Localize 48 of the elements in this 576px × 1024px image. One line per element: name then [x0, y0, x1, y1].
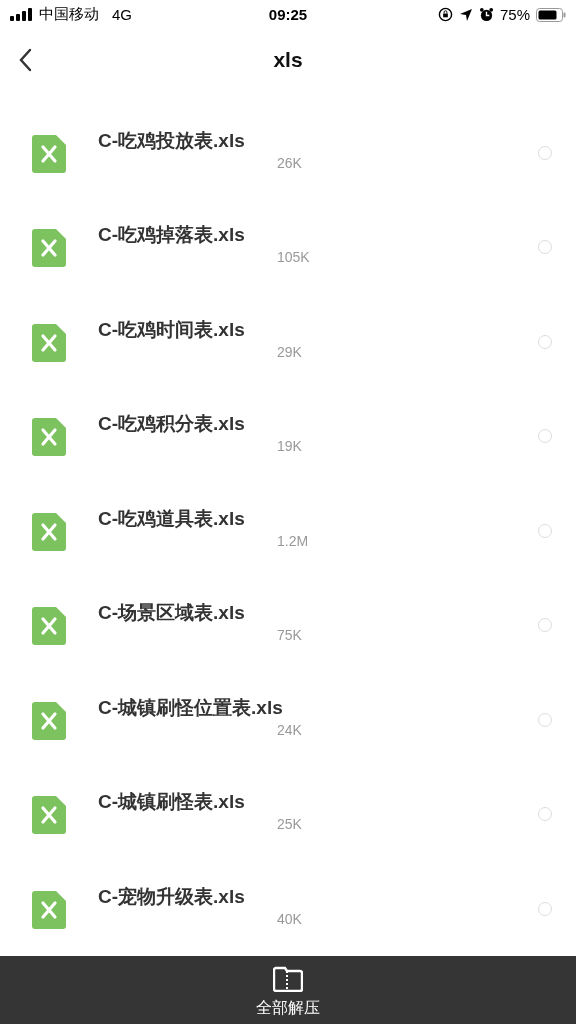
file-row[interactable]: C-场景区域表.xls 75K — [0, 578, 576, 673]
file-row[interactable]: C-吃鸡道具表.xls 1.2M — [0, 483, 576, 579]
page-title: xls — [273, 47, 303, 72]
spreadsheet-file-icon — [32, 796, 66, 835]
file-row[interactable]: C-吃鸡积分表.xls 19K — [0, 389, 576, 484]
spreadsheet-file-icon — [32, 512, 66, 551]
battery-icon — [536, 7, 566, 22]
rotation-lock-icon — [437, 7, 453, 23]
file-row[interactable]: C-吃鸡投放表.xls 26K — [0, 105, 576, 201]
spreadsheet-file-icon — [32, 607, 66, 646]
spreadsheet-file-icon — [32, 890, 66, 929]
battery-percent: 75% — [499, 6, 530, 24]
file-name: C-场景区域表.xls — [98, 601, 245, 626]
spreadsheet-file-icon — [32, 229, 66, 268]
file-row[interactable]: C-吃鸡时间表.xls 29K — [0, 294, 576, 390]
file-size: 75K — [277, 627, 302, 644]
file-size: 40K — [277, 910, 302, 927]
file-size: 19K — [277, 438, 302, 455]
extract-all-button[interactable]: 全部解压 — [256, 956, 320, 1024]
file-size: 25K — [277, 816, 302, 833]
spreadsheet-file-icon — [32, 701, 66, 740]
file-name: C-吃鸡掉落表.xls — [98, 223, 245, 248]
file-name: C-吃鸡积分表.xls — [98, 412, 245, 437]
alarm-clock-icon — [478, 7, 494, 23]
file-size: 24K — [277, 721, 302, 738]
spreadsheet-file-icon — [32, 418, 66, 457]
carrier-name: 中国移动 — [39, 5, 99, 25]
file-name: C-宠物升级表.xls — [98, 884, 245, 909]
location-arrow-icon — [458, 7, 473, 22]
network-type: 4G — [112, 6, 132, 24]
file-size: 105K — [277, 249, 310, 266]
file-row[interactable]: C-宠物升级表.xls 40K — [0, 861, 576, 957]
file-row[interactable]: C-城镇刷怪位置表.xls 24K — [0, 672, 576, 768]
file-name: C-吃鸡时间表.xls — [98, 317, 245, 342]
spreadsheet-file-icon — [32, 134, 66, 173]
file-name: C-城镇刷怪表.xls — [98, 790, 245, 815]
file-name: C-吃鸡道具表.xls — [98, 506, 245, 531]
signal-icon — [10, 8, 34, 22]
file-row[interactable]: C-吃鸡掉落表.xls 105K — [0, 200, 576, 295]
file-size: 1.2M — [277, 532, 309, 549]
clock-time: 09:25 — [268, 6, 308, 24]
file-name: C-城镇刷怪位置表.xls — [98, 695, 283, 720]
zipped-folder-icon — [273, 966, 303, 993]
file-row[interactable]: C-城镇刷怪表.xls 25K — [0, 767, 576, 862]
file-size: 26K — [277, 154, 302, 171]
file-size: 29K — [277, 343, 302, 360]
spreadsheet-file-icon — [32, 323, 66, 362]
file-name: C-吃鸡投放表.xls — [98, 128, 245, 153]
